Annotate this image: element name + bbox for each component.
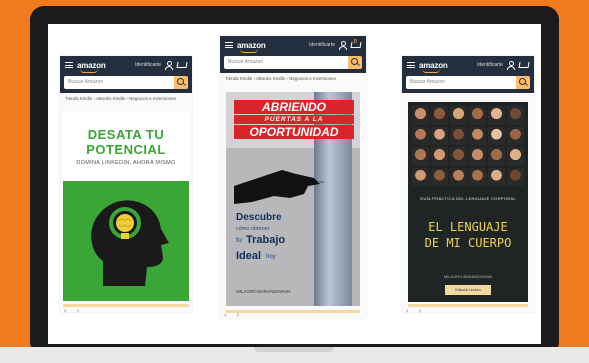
book-author: MILAGRO BARANDIARAN [236,289,291,294]
cart-icon[interactable] [176,61,187,70]
cover-text-como: cómo obtener [236,226,270,232]
head-brain-icon [91,200,169,286]
cover-text-trabajo: Trabajo [246,234,286,246]
amazon-header: amazon Identificarte [402,56,534,74]
book-title-line3: OPORTUNIDAD [234,125,354,139]
identify-link[interactable]: Identificarte [477,62,503,68]
face-photo [450,167,467,186]
cover-text-tu: tu [236,237,242,244]
search-button[interactable] [348,56,362,69]
identify-link[interactable]: Identificarte [309,42,335,48]
next-arrow[interactable]: › [77,306,80,315]
book-subtitle: DOMINA LINKEDIN, AHORA MISMO [76,160,176,166]
identify-link[interactable]: Identificarte [135,62,161,68]
book-author: MILAGRO BARANDIARAN [443,274,493,279]
book-cover-el-lenguaje-de-mi-cuerpo[interactable]: GUÍA PRÁCTICA DEL LENGUAJE CORPORAL EL L… [408,102,528,302]
phone-1: amazon Identificarte Buscar Amazon Tiend… [60,56,192,312]
search-input[interactable]: Buscar Amazon [406,76,516,89]
face-photo [488,167,505,186]
face-photo [412,147,429,166]
face-photo [469,167,486,186]
book-tagline: GUÍA PRÁCTICA DEL LENGUAJE CORPORAL [420,196,516,201]
search-button[interactable] [174,76,188,89]
face-photo [507,126,524,145]
amazon-logo[interactable]: amazon [419,61,448,73]
search-row: Buscar Amazon [402,74,534,93]
hamburger-menu-icon[interactable] [65,62,73,68]
user-icon[interactable] [507,61,515,70]
user-icon[interactable] [339,41,347,50]
book-title-line1: ABRIENDO [234,100,354,114]
face-photo [431,167,448,186]
carousel-arrows-2: ‹ › [224,310,249,319]
phone-2: amazon Identificarte 0 Buscar Amazon Tie… [220,36,366,318]
hamburger-menu-icon[interactable] [225,42,233,48]
face-photo [469,147,486,166]
amazon-header: amazon Identificarte [60,56,192,74]
laptop-screen: amazon Identificarte Buscar Amazon Tiend… [48,24,541,344]
face-photo [431,106,448,125]
face-photo [412,106,429,125]
cart-icon[interactable]: 0 [350,38,361,50]
user-icon[interactable] [165,61,173,70]
amazon-logo[interactable]: amazon [237,41,266,53]
cover-text-hoy: hoy [266,254,276,260]
breadcrumb[interactable]: Tienda Kindle › eBooks Kindle › Negocios… [60,93,192,104]
prev-arrow[interactable]: ‹ [406,306,409,315]
cart-count: 0 [354,38,357,45]
face-photo [431,126,448,145]
next-arrow[interactable]: › [237,310,240,319]
face-photo [488,126,505,145]
face-photo [507,106,524,125]
face-photo [412,167,429,186]
laptop-frame: amazon Identificarte Buscar Amazon Tiend… [30,6,559,356]
laptop-base [0,347,589,363]
book-title-line1: DESATA TU [87,127,165,142]
face-photo [469,126,486,145]
search-button[interactable] [516,76,530,89]
book-cover-desata-tu-potencial[interactable]: DESATA TU POTENCIAL DOMINA LINKEDIN, AHO… [63,111,189,301]
book-illustration [63,181,189,301]
cart-icon[interactable] [518,61,529,70]
book-title-line2: PUERTAS A LA [234,115,354,124]
amazon-logo[interactable]: amazon [77,61,106,73]
search-row: Buscar Amazon [220,54,366,73]
book-cover-abriendo-puertas[interactable]: ABRIENDO PUERTAS A LA OPORTUNIDAD Descub… [226,92,360,306]
face-photo [412,126,429,145]
search-input[interactable]: Buscar Amazon [64,76,174,89]
hand-key-icon [234,170,324,204]
face-photo [469,106,486,125]
faces-grid [412,106,524,186]
face-photo [488,106,505,125]
next-arrow[interactable]: › [419,306,422,315]
breadcrumb[interactable]: Tienda Kindle › eBooks Kindle › Negocios… [220,73,366,84]
hamburger-menu-icon[interactable] [407,62,415,68]
face-photo [507,167,524,186]
face-photo [488,147,505,166]
publisher-badge: Editorial Lectura [445,285,491,295]
cover-text-descubre: Descubre [236,212,282,223]
carousel-arrows-1: ‹ › [64,306,89,315]
face-photo [450,126,467,145]
carousel-arrows-3: ‹ › [406,306,431,315]
book-title-line2: DE MI CUERPO [424,236,512,250]
face-photo [507,147,524,166]
book-title-line1: EL LENGUAJE [428,220,508,234]
prev-arrow[interactable]: ‹ [224,310,227,319]
prev-arrow[interactable]: ‹ [64,306,67,315]
face-photo [450,106,467,125]
face-photo [431,147,448,166]
search-row: Buscar Amazon [60,74,192,93]
face-photo [450,147,467,166]
book-title-line2: POTENCIAL [86,142,166,157]
amazon-header: amazon Identificarte 0 [220,36,366,54]
search-input[interactable]: Buscar Amazon [224,56,348,69]
phone-3: amazon Identificarte Buscar Amazon GUÍA … [402,56,534,312]
cover-text-ideal: Ideal [236,250,262,262]
laptop-notch [254,347,334,352]
